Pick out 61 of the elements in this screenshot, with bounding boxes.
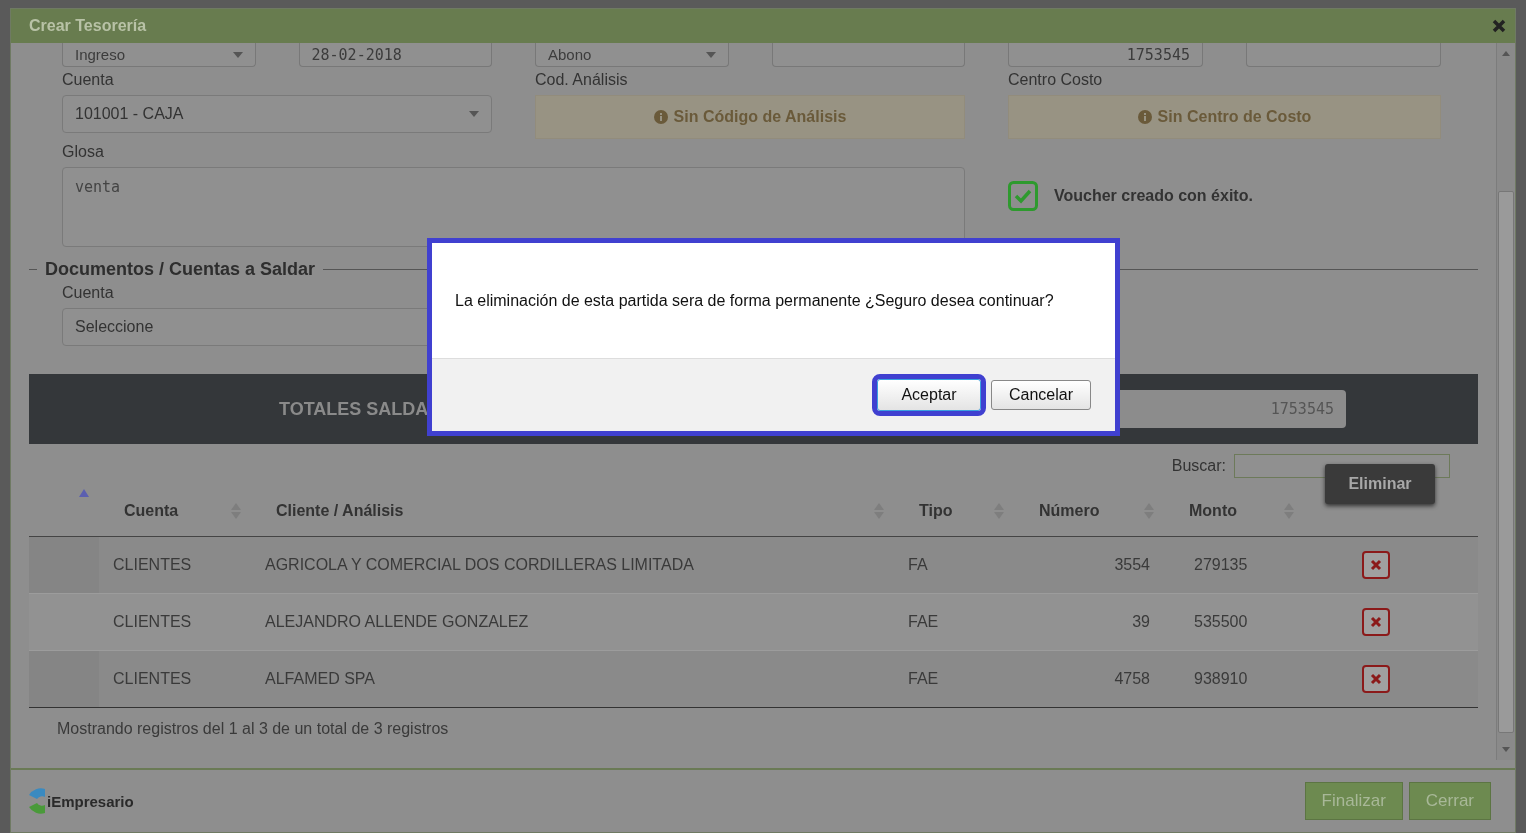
section-legend: Documentos / Cuentas a Saldar bbox=[45, 259, 316, 280]
column-header[interactable]: Número bbox=[1039, 502, 1100, 520]
dialog-button[interactable]: Cancelar bbox=[991, 380, 1091, 410]
field-label: Centro Costo bbox=[1008, 71, 1103, 89]
close-icon bbox=[1370, 616, 1382, 628]
totals-label: TOTALES SALDA bbox=[279, 398, 429, 420]
close-icon bbox=[1370, 673, 1382, 685]
window-title: Crear Tesorería bbox=[29, 17, 147, 35]
logo-icon bbox=[27, 785, 45, 817]
table-cell-text: 938910 bbox=[1193, 669, 1249, 689]
info-icon bbox=[653, 110, 668, 124]
table-cell-text: FAE bbox=[907, 612, 940, 632]
table-cell-text: 535500 bbox=[1193, 612, 1249, 632]
text-area[interactable]: venta bbox=[62, 167, 965, 247]
input-field[interactable] bbox=[1246, 43, 1441, 67]
column-header[interactable]: Cuenta bbox=[124, 502, 179, 520]
table-cell-text: ALFAMED SPA bbox=[264, 669, 376, 689]
delete-button[interactable] bbox=[1362, 551, 1390, 579]
select-field[interactable]: Abono bbox=[535, 43, 729, 67]
field-label: Cod. Análisis bbox=[535, 71, 628, 89]
table-cell-text: 39 bbox=[1131, 612, 1151, 632]
close-button[interactable] bbox=[1491, 18, 1507, 34]
scroll-down-icon[interactable] bbox=[1502, 747, 1510, 752]
caret-icon bbox=[232, 51, 243, 58]
table-cell-text: FAE bbox=[907, 669, 940, 689]
success-message: Voucher creado con éxito. bbox=[1054, 187, 1253, 205]
table-cell-text: FA bbox=[907, 555, 929, 575]
table-cell-text: 279135 bbox=[1193, 555, 1249, 575]
table-cell-text: AGRICOLA Y COMERCIAL DOS CORDILLERAS LIMITADA bbox=[264, 555, 695, 575]
table-cell-text: 3554 bbox=[1113, 555, 1151, 575]
notice-text: Sin Centro de Costo bbox=[1157, 108, 1312, 126]
column-header[interactable]: Monto bbox=[1189, 502, 1237, 520]
input-field[interactable]: 28-02-2018 bbox=[298, 43, 492, 67]
field-label: Cuenta bbox=[62, 284, 114, 302]
caret-icon bbox=[469, 111, 479, 117]
info-icon bbox=[1137, 110, 1152, 124]
close-icon bbox=[1491, 18, 1507, 34]
table-cell-text: CLIENTES bbox=[112, 669, 193, 689]
scroll-up-icon[interactable] bbox=[1502, 51, 1510, 56]
logo-text: iEmpresario bbox=[47, 792, 134, 810]
column-header[interactable]: Cliente / Análisis bbox=[276, 502, 404, 520]
select-field[interactable]: 101001 - CAJA bbox=[62, 95, 492, 133]
table-cell-text: CLIENTES bbox=[112, 612, 193, 632]
input-field[interactable] bbox=[771, 43, 965, 67]
column-header[interactable]: Tipo bbox=[919, 502, 953, 520]
table-cell-text: ALEJANDRO ALLENDE GONZALEZ bbox=[264, 612, 530, 632]
delete-button[interactable] bbox=[1362, 608, 1390, 636]
table-cell-text: CLIENTES bbox=[112, 555, 193, 575]
field-label: Cuenta bbox=[62, 71, 114, 89]
table-info: Mostrando registros del 1 al 3 de un total de 3 registros bbox=[56, 719, 450, 738]
tooltip: Eliminar bbox=[1325, 464, 1435, 504]
input-field[interactable]: 1753545 bbox=[1008, 43, 1203, 67]
select-field[interactable]: Ingreso bbox=[62, 43, 256, 67]
table-cell-text: 4758 bbox=[1113, 669, 1151, 689]
field-label: Glosa bbox=[62, 143, 104, 161]
close-icon bbox=[1370, 559, 1382, 571]
notice-text: Sin Código de Análisis bbox=[673, 108, 847, 126]
scrollbar[interactable] bbox=[1496, 43, 1515, 760]
delete-button[interactable] bbox=[1362, 665, 1390, 693]
search-label: Buscar: bbox=[1171, 457, 1226, 475]
caret-icon bbox=[705, 51, 716, 58]
